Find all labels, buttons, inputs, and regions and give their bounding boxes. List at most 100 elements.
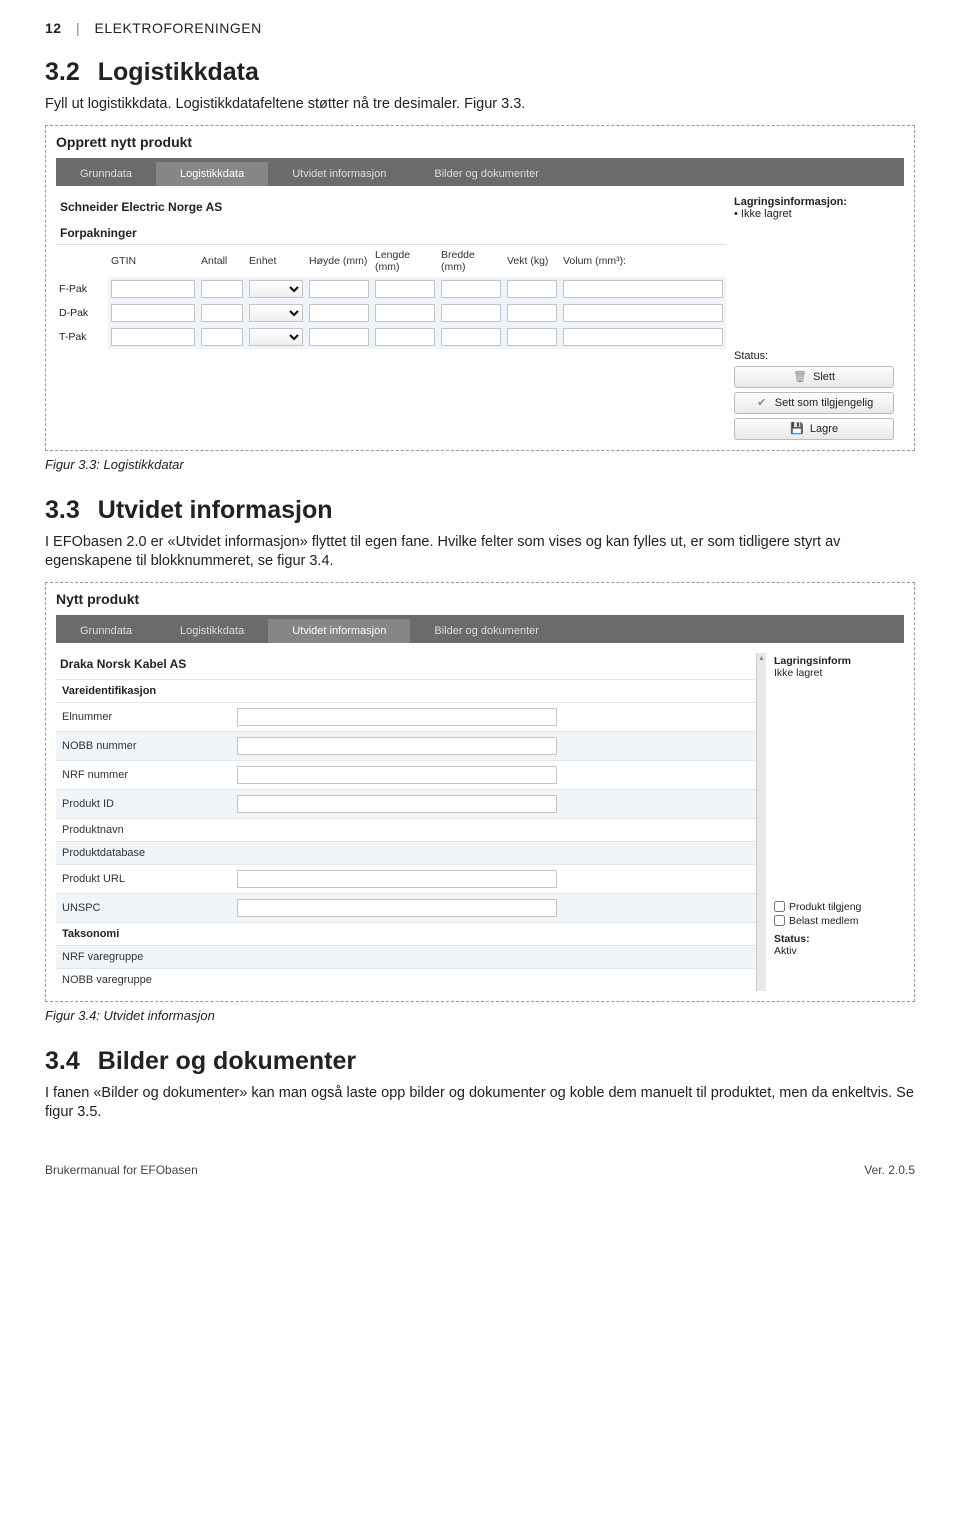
status-label: Status: [734,350,904,362]
org-name: ELEKTROFORENINGEN [95,20,262,36]
pack-header-row: GTIN Antall Enhet Høyde (mm) Lengde (mm)… [56,245,726,277]
lengde-input[interactable] [375,304,435,322]
col-bredde: Bredde (mm) [438,245,504,277]
btn-label: Sett som tilgjengelig [775,397,873,409]
chk-label: Produkt tilgjeng [789,901,861,913]
header-separator: | [76,20,80,36]
tab-logistikkdata[interactable]: Logistikkdata [156,619,268,643]
section-number: 3.3 [45,496,80,524]
section-3-2-body: Fyll ut logistikkdata. Logistikkdatafelt… [45,95,915,115]
btn-label: Lagre [810,423,838,435]
antall-input[interactable] [201,280,243,298]
lengde-input[interactable] [375,280,435,298]
field-label: UNSPC [56,893,231,922]
vekt-input[interactable] [507,304,557,322]
figure-3-3: Opprett nytt produkt Grunndata Logistikk… [45,125,915,451]
bredde-input[interactable] [441,304,501,322]
tab-utvidet[interactable]: Utvidet informasjon [268,162,410,186]
field-row: NOBB nummer [56,731,756,760]
nobb-input[interactable] [237,737,557,755]
field-row: NOBB varegruppe [56,968,756,991]
dialog-title: Opprett nytt produkt [56,134,904,150]
enhet-select[interactable] [249,304,303,322]
volum-input[interactable] [563,280,723,298]
page-header: 12 | ELEKTROFORENINGEN [45,20,915,36]
figure-3-4: Nytt produkt Grunndata Logistikkdata Utv… [45,582,915,1002]
company-name: Draka Norsk Kabel AS [60,657,756,671]
status-value: Aktiv [774,945,904,957]
storage-info-label: Lagringsinformasjon: [734,196,904,208]
figure-3-3-caption: Figur 3.3: Logistikkdatar [45,457,915,472]
hoyde-input[interactable] [309,280,369,298]
col-enhet: Enhet [246,245,306,277]
section-title: Logistikkdata [98,58,259,86]
chk-label: Belast medlem [789,915,858,927]
row-label: D-Pak [56,301,108,325]
section-number: 3.2 [45,58,80,86]
trash-icon: 🗑 [793,370,807,383]
section-taksonomi: Taksonomi [56,922,756,945]
col-hoyde: Høyde (mm) [306,245,372,277]
row-label: F-Pak [56,277,108,301]
figure-3-4-caption: Figur 3.4: Utvidet informasjon [45,1008,915,1023]
antall-input[interactable] [201,304,243,322]
enhet-select[interactable] [249,280,303,298]
produkt-tilgjeng-checkbox[interactable] [774,901,785,912]
save-button[interactable]: 💾Lagre [734,418,894,440]
section-3-4-body: I fanen «Bilder og dokumenter» kan man o… [45,1084,915,1123]
tab-bar: Grunndata Logistikkdata Utvidet informas… [56,158,904,186]
section-3-4-heading: 3.4Bilder og dokumenter [45,1047,915,1076]
lengde-input[interactable] [375,328,435,346]
col-gtin: GTIN [108,245,198,277]
page-number: 12 [45,20,62,36]
enhet-select[interactable] [249,328,303,346]
pack-row-tpak: T-Pak [56,325,726,349]
field-label: Produktdatabase [56,841,231,864]
section-title: Bilder og dokumenter [98,1047,356,1075]
field-row: Elnummer [56,702,756,731]
scrollbar[interactable] [756,653,766,991]
volum-input[interactable] [563,304,723,322]
section-title: Utvidet informasjon [98,496,333,524]
set-available-button[interactable]: ✔ Sett som tilgjengelig [734,392,894,414]
tab-bilder[interactable]: Bilder og dokumenter [410,162,563,186]
section-vareident: Vareidentifikasjon [56,679,756,702]
unspc-input[interactable] [237,899,557,917]
footer-right: Ver. 2.0.5 [864,1163,915,1177]
tab-bar: Grunndata Logistikkdata Utvidet informas… [56,615,904,643]
field-row: Produkt URL [56,864,756,893]
belast-medlem-checkbox[interactable] [774,915,785,926]
field-label: NOBB nummer [56,731,231,760]
gtin-input[interactable] [111,304,195,322]
field-row: NRF varegruppe [56,945,756,968]
tab-utvidet[interactable]: Utvidet informasjon [268,619,410,643]
hoyde-input[interactable] [309,328,369,346]
tab-logistikkdata[interactable]: Logistikkdata [156,162,268,186]
gtin-input[interactable] [111,328,195,346]
bredde-input[interactable] [441,328,501,346]
vekt-input[interactable] [507,280,557,298]
status-label: Status: [774,933,904,945]
company-name: Schneider Electric Norge AS [60,200,726,214]
hoyde-input[interactable] [309,304,369,322]
tab-bilder[interactable]: Bilder og dokumenter [410,619,563,643]
section-3-3-body: I EFObasen 2.0 er «Utvidet informasjon» … [45,533,915,572]
bredde-input[interactable] [441,280,501,298]
produktid-input[interactable] [237,795,557,813]
storage-info-label: Lagringsinform [774,655,904,667]
field-label: NRF nummer [56,760,231,789]
field-row: UNSPC [56,893,756,922]
nrf-input[interactable] [237,766,557,784]
volum-input[interactable] [563,328,723,346]
gtin-input[interactable] [111,280,195,298]
produkturl-input[interactable] [237,870,557,888]
field-label: Produktnavn [56,818,231,841]
tab-grunndata[interactable]: Grunndata [56,162,156,186]
tab-grunndata[interactable]: Grunndata [56,619,156,643]
field-row: NRF nummer [56,760,756,789]
delete-button[interactable]: 🗑Slett [734,366,894,388]
elnummer-input[interactable] [237,708,557,726]
vekt-input[interactable] [507,328,557,346]
antall-input[interactable] [201,328,243,346]
check-circle-icon: ✔ [755,396,769,409]
